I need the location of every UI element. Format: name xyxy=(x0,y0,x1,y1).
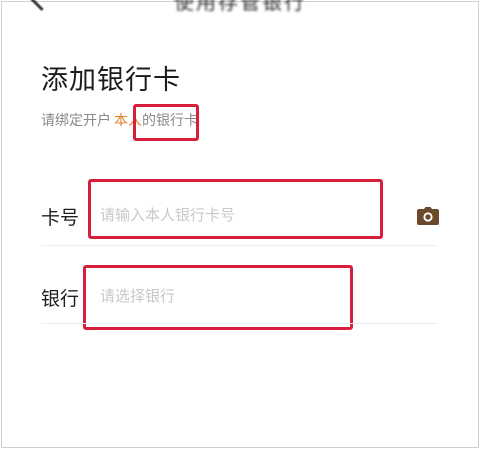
bank-label: 银行 xyxy=(41,288,80,310)
row-divider xyxy=(41,245,437,246)
subtitle-prefix: 请绑定开户 xyxy=(41,113,111,129)
page-subtitle: 请绑定开户 本人的银行卡 xyxy=(41,110,198,130)
subtitle-highlight: 本人 xyxy=(114,113,142,129)
navigation-bar: 使用存管银行 xyxy=(0,0,480,16)
subtitle-suffix: 的银行卡 xyxy=(142,113,198,129)
bank-select[interactable] xyxy=(100,283,340,309)
card-number-input[interactable] xyxy=(100,202,370,228)
page-title: 添加银行卡 xyxy=(41,65,181,96)
nav-title: 使用存管银行 xyxy=(174,0,306,14)
camera-icon[interactable] xyxy=(417,207,439,225)
row-divider xyxy=(41,323,437,324)
card-number-label: 卡号 xyxy=(41,207,80,229)
